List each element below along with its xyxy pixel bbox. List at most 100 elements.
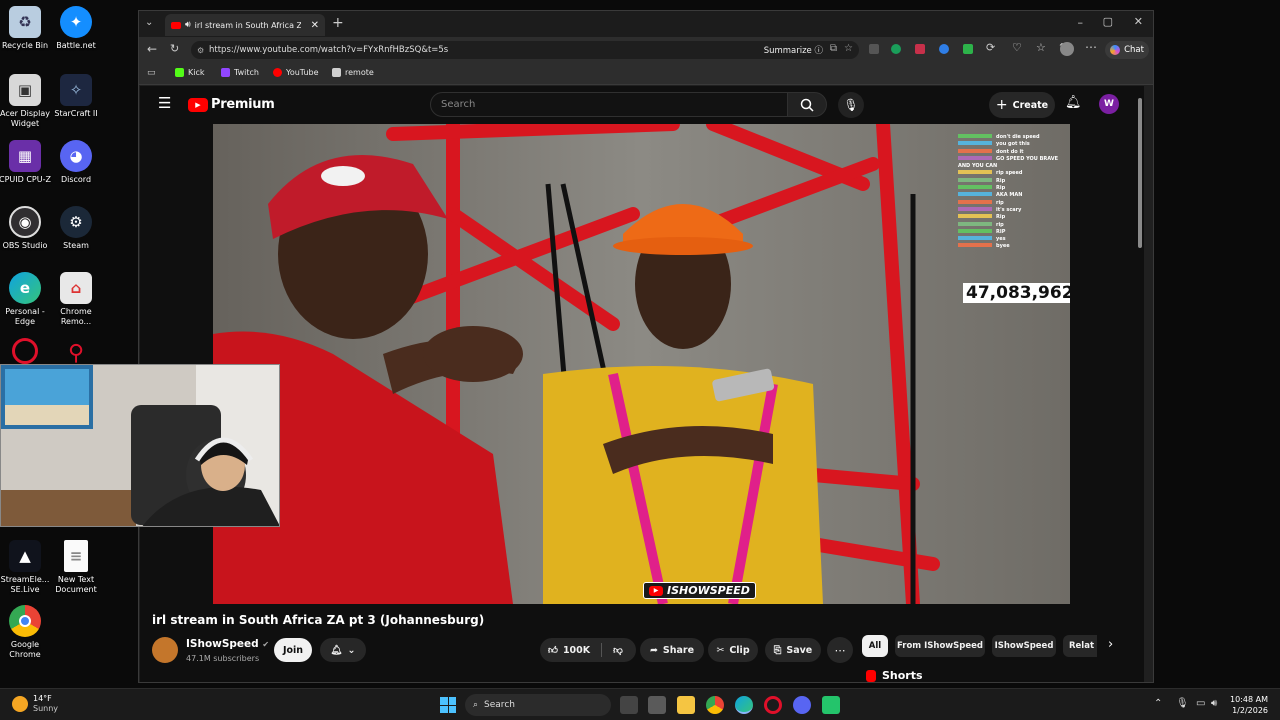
extension-icon-1[interactable] (869, 44, 879, 54)
maximize-icon[interactable]: ▢ (1103, 15, 1113, 28)
extension-icon-2[interactable] (891, 44, 901, 54)
subscribed-notifications-button[interactable]: 🔔︎ ⌄ (320, 638, 366, 662)
bookmark-kick[interactable]: Kick (175, 68, 205, 77)
like-button[interactable]: 👍︎ 100K (548, 644, 590, 657)
favorite-star-icon[interactable]: ☆ (844, 43, 853, 54)
ishowspeed-watermark: ▶ ISHOWSPEED (643, 582, 756, 599)
youtube-logo[interactable]: ▶ Premium (188, 97, 275, 112)
scrollbar-thumb[interactable] (1138, 98, 1142, 248)
channel-name[interactable]: IShowSpeed ✔︎ (186, 638, 269, 650)
clock[interactable]: 10:48 AM 1/2/2026 (1226, 694, 1268, 716)
desktop-icon-discord[interactable]: ◕ Discord (46, 140, 106, 185)
chat-text: rip (996, 221, 1004, 228)
more-actions-button[interactable]: ⋯ (827, 637, 853, 663)
page-scrollbar[interactable] (1137, 88, 1143, 678)
summarize-button[interactable]: Summarize ⓘ (764, 44, 823, 56)
plus-icon: + (995, 97, 1008, 113)
discord-icon: ◕ (60, 140, 92, 172)
chat-text: rip speed (996, 170, 1023, 177)
desktop-icon-chrome-remote[interactable]: ⌂ Chrome Remo... (46, 272, 106, 327)
notifications-bell-icon[interactable]: 🔔︎ (1065, 95, 1082, 110)
back-icon[interactable]: ← (147, 42, 157, 56)
chat-username (958, 148, 992, 153)
bell-icon: 🔔︎ (330, 644, 343, 656)
save-button[interactable]: ⎘ Save (765, 638, 821, 662)
taskbar-chrome-icon[interactable] (706, 696, 724, 714)
extension-icon-3[interactable] (915, 44, 925, 54)
voice-search-button[interactable]: 🎙︎ (838, 92, 864, 118)
file-explorer-icon[interactable] (677, 696, 695, 714)
chip-ishowspeed[interactable]: IShowSpeed (992, 635, 1056, 657)
task-view-icon[interactable] (620, 696, 638, 714)
remote-icon (332, 68, 341, 77)
speaker-icon[interactable]: 🔊︎ (185, 20, 191, 30)
chat-username (958, 185, 992, 190)
extension-icon-4[interactable] (939, 44, 949, 54)
bookmark-folder-icon[interactable]: ▭ (147, 68, 156, 78)
collections-icon[interactable]: ☆ (1036, 41, 1046, 54)
chat-text: dont do it (996, 148, 1024, 155)
clip-button[interactable]: ✂ Clip (708, 638, 758, 662)
tab-youtube[interactable]: 🔊︎ irl stream in South Africa ZA pt ✕ (165, 14, 325, 36)
chip-all[interactable]: All (862, 635, 888, 657)
steam-icon: ⚙ (60, 206, 92, 238)
tray-mic-icon[interactable]: 🎙︎ (1176, 698, 1189, 709)
desktop-icon-starcraft[interactable]: ✧ StarCraft II (46, 74, 106, 119)
bookmark-twitch[interactable]: Twitch (221, 68, 259, 77)
search-button[interactable] (787, 92, 827, 117)
close-tab-icon[interactable]: ✕ (311, 20, 319, 31)
taskbar-discord-icon[interactable] (793, 696, 811, 714)
desktop-icon-battlenet[interactable]: ✦ Battle.net (46, 6, 106, 51)
share-button[interactable]: ➦ Share (640, 638, 704, 662)
weather-desc: Sunny (33, 704, 59, 713)
tray-network-icon[interactable]: ▭ (1196, 698, 1205, 709)
chips-next-chevron-icon[interactable]: › (1108, 637, 1113, 652)
url-input[interactable]: ⚙ https://www.youtube.com/watch?v=FYxRnf… (191, 41, 859, 59)
bookmark-youtube[interactable]: YouTube (273, 68, 319, 77)
webcam-frame (1, 365, 279, 526)
weather-widget[interactable]: 14°F Sunny (12, 694, 58, 714)
performance-icon[interactable]: ♡ (1012, 41, 1022, 54)
thumbs-down-icon[interactable]: 👎︎ (613, 644, 623, 656)
widgets-icon[interactable] (648, 696, 666, 714)
join-button[interactable]: Join (274, 638, 312, 662)
new-tab-icon[interactable]: + (332, 15, 344, 31)
close-window-icon[interactable]: ✕ (1134, 15, 1143, 28)
channel-avatar[interactable] (152, 637, 178, 663)
account-avatar[interactable]: W (1099, 94, 1119, 114)
copilot-chat-button[interactable]: Chat (1105, 41, 1149, 59)
tray-volume-icon[interactable]: 🔊︎ (1211, 698, 1217, 709)
chat-text: Rip (996, 185, 1006, 192)
taskbar-search[interactable]: ⌕ Search (465, 694, 611, 716)
extensions-puzzle-icon[interactable]: ⟳ (986, 41, 995, 54)
desktop-icon-steam[interactable]: ⚙ Steam (46, 206, 106, 251)
minimize-icon[interactable]: – (1078, 16, 1084, 29)
start-button[interactable] (440, 697, 456, 713)
chat-message: Rip (958, 214, 1068, 221)
thumbs-up-icon: 👍︎ (548, 645, 558, 656)
chip-from-ishowspeed[interactable]: From IShowSpeed (895, 635, 985, 657)
taskbar-edge-icon[interactable] (735, 696, 753, 714)
site-info-icon[interactable]: ⚙ (197, 46, 204, 55)
create-button[interactable]: + Create (989, 92, 1055, 118)
tab-list-chevron-icon[interactable]: ⌄ (145, 17, 153, 28)
acer-widget-icon: ▣ (9, 74, 41, 106)
profile-avatar[interactable] (1060, 42, 1074, 56)
chip-related[interactable]: Relat (1063, 635, 1097, 657)
desktop-icon-new-text-document[interactable]: ≡ New Text Document (46, 540, 106, 595)
bookmark-remote[interactable]: remote (332, 68, 374, 77)
text-document-icon: ≡ (64, 540, 88, 572)
tray-overflow-chevron-icon[interactable]: ⌃ (1154, 698, 1162, 709)
more-options-icon[interactable]: ⋯ (1085, 40, 1097, 54)
chat-username (958, 221, 992, 226)
extension-icon-5[interactable] (963, 44, 973, 54)
hamburger-menu-icon[interactable]: ☰ (158, 96, 172, 111)
search-input[interactable]: Search (430, 92, 788, 117)
refresh-icon[interactable]: ↻ (170, 42, 179, 55)
taskbar-app-icon[interactable] (822, 696, 840, 714)
video-player[interactable]: don't die speed you got this dont do it GO … (213, 124, 1070, 604)
like-dislike-group: 👍︎ 100K 👎︎ (540, 638, 636, 662)
split-screen-icon[interactable]: ⧉ (830, 43, 837, 54)
taskbar-opera-icon[interactable] (764, 696, 782, 714)
desktop-icon-google-chrome[interactable]: Google Chrome (0, 605, 55, 660)
